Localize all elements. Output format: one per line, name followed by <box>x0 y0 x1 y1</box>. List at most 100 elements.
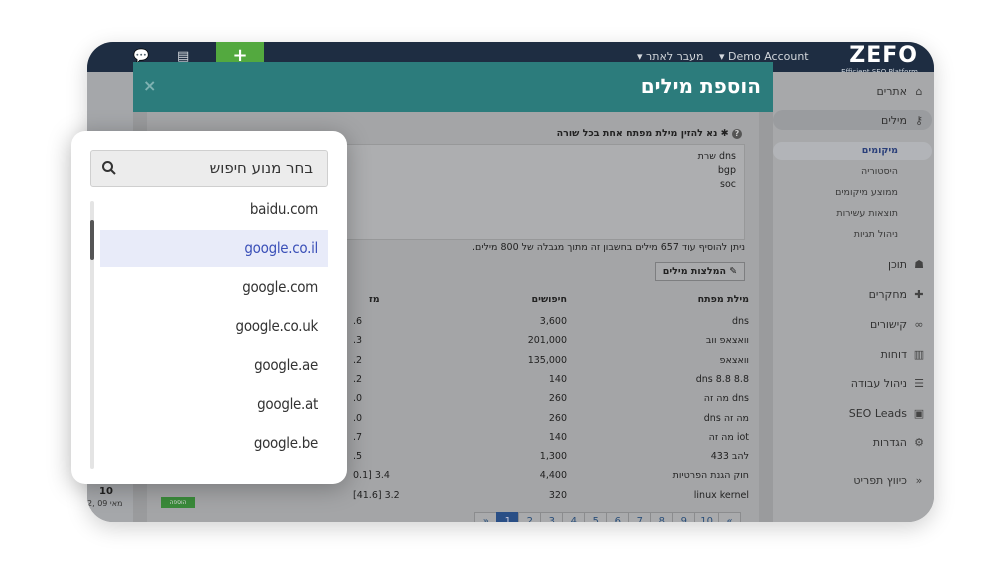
keyword-cell: linux kernel <box>693 489 749 501</box>
sidebar-sub-avg-positions[interactable]: ממוצע מיקומים <box>835 187 898 198</box>
remaining-words-note: ניתן להוסיף עוד 657 מילים בחשבון זה מתוך… <box>472 242 745 253</box>
textarea-line: soc <box>720 179 736 190</box>
keyword-cell: dns מה זה <box>703 393 749 405</box>
page-button[interactable]: 4 <box>562 512 586 522</box>
pagination: » 1 2 3 4 5 6 7 8 9 10 « <box>474 512 741 522</box>
search-engine-option[interactable]: google.co.il <box>100 230 328 267</box>
sidebar-item-work[interactable]: ☰ ניהול עבודה <box>851 377 926 390</box>
sidebar-item-label: כיווץ תפריט <box>853 474 907 487</box>
sidebar-sub-history[interactable]: היסטוריה <box>861 166 898 177</box>
sidebar-sub-rich-results[interactable]: תוצאות עשירות <box>836 208 898 219</box>
sidebar-item-label: מחקרים <box>868 288 907 301</box>
sidebar-item-seo-leads[interactable]: ▣ SEO Leads <box>849 407 926 420</box>
page-button[interactable]: 2 <box>518 512 542 522</box>
page-button[interactable]: 3 <box>540 512 564 522</box>
keyword-cell: וואצאפ ווב <box>705 335 749 347</box>
column-header-trend[interactable]: מז <box>369 294 380 305</box>
sidebar-item-reports[interactable]: ▥ דוחות <box>881 348 926 361</box>
page-button[interactable]: 8 <box>650 512 674 522</box>
trend-cell: .0 <box>353 393 363 405</box>
searches-cell: 135,000 <box>527 354 567 366</box>
panel-number: 10 <box>99 486 113 497</box>
search-engine-option[interactable]: google.com <box>100 269 328 306</box>
searches-cell: 4,400 <box>539 470 567 482</box>
modal-header: הוספת מילים × <box>133 62 773 112</box>
page-button[interactable]: 6 <box>606 512 630 522</box>
page-button[interactable]: » <box>474 512 498 522</box>
double-chevron-icon: « <box>915 474 923 487</box>
search-engine-option[interactable]: google.be <box>100 425 328 462</box>
contact-card-icon: ▣ <box>913 407 925 420</box>
sidebar-collapse[interactable]: « כיווץ תפריט <box>853 474 926 487</box>
page-button[interactable]: 10 <box>694 512 719 522</box>
searches-cell: 3,600 <box>539 316 567 327</box>
word-suggestions-button[interactable]: ✎ המלצות מילים <box>655 262 745 281</box>
magic-wand-icon: ✎ <box>729 266 738 277</box>
sitemap-icon: ☗ <box>914 258 924 271</box>
add-button[interactable]: הוספה <box>161 497 195 508</box>
dropdown-scrollbar-thumb[interactable] <box>90 220 94 260</box>
page-button[interactable]: 5 <box>584 512 608 522</box>
search-engine-option[interactable]: google.at <box>100 386 328 423</box>
close-icon[interactable]: × <box>143 76 156 95</box>
help-icon[interactable]: ? <box>732 129 742 139</box>
trend-cell: 0.1] 3.4 <box>353 470 390 482</box>
sidebar-item-words[interactable]: ⚷ מילים <box>881 114 926 127</box>
sidebar-sub-tags[interactable]: ניהול תגיות <box>854 229 898 240</box>
column-header-keyword[interactable]: מילת מפתח <box>698 294 749 305</box>
trend-cell: .2 <box>353 354 363 366</box>
searches-cell: 1,300 <box>539 451 567 463</box>
keyword-cell: dns 8.8 8.8 <box>695 373 749 385</box>
trend-cell: .7 <box>353 431 363 443</box>
trend-cell: [41.6] 3.2 <box>353 489 400 501</box>
sidebar-sub-positions[interactable]: מיקומים <box>862 145 898 156</box>
searches-cell: 260 <box>548 393 567 405</box>
searches-cell: 140 <box>548 373 567 385</box>
search-engine-option[interactable]: google.co.uk <box>100 308 328 345</box>
searches-cell: 260 <box>548 412 567 424</box>
sidebar-item-research[interactable]: ✚ מחקרים <box>869 288 926 301</box>
word-suggestions-label: המלצות מילים <box>662 266 726 277</box>
trend-cell: .3 <box>353 335 363 347</box>
trend-cell: .0 <box>353 412 363 424</box>
list-icon: ☰ <box>914 377 924 390</box>
sidebar-item-links[interactable]: ∞ קישורים <box>870 318 926 331</box>
keyword-cell: וואצאפ <box>719 354 749 366</box>
trend-cell: .2 <box>353 373 363 385</box>
page-button[interactable]: 7 <box>628 512 652 522</box>
sidebar-item-label: אתרים <box>876 85 907 98</box>
search-engine-option[interactable]: google.ae <box>100 347 328 384</box>
search-engine-search-input[interactable]: בחר מנוע חיפוש <box>90 150 328 187</box>
column-header-searches[interactable]: חיפושים <box>532 294 567 305</box>
home-icon: ⌂ <box>915 85 923 98</box>
puzzle-icon: ✚ <box>914 288 924 301</box>
sidebar-item-settings[interactable]: ⚙ הגדרות <box>873 436 926 449</box>
textarea-line: bgp <box>717 165 736 176</box>
instruction-text: נא להזין מילת מפתח אחת בכל שורה <box>556 128 718 139</box>
sidebar-item-content[interactable]: ☗ תוכן <box>888 258 926 271</box>
gear-icon: ⚙ <box>914 436 924 449</box>
sidebar-item-sites[interactable]: ⌂ אתרים <box>876 85 926 98</box>
key-icon: ⚷ <box>914 114 924 127</box>
sidebar: ⌂ אתרים ⚷ מילים מיקומים היסטוריה ממוצע מיק… <box>769 72 934 522</box>
trend-cell: .5 <box>353 451 363 463</box>
sidebar-item-label: הגדרות <box>872 436 907 449</box>
searches-cell: 320 <box>548 489 567 501</box>
search-placeholder: בחר מנוע חיפוש <box>209 159 313 177</box>
modal-title: הוספת מילים <box>640 74 761 98</box>
page-button[interactable]: 9 <box>672 512 696 522</box>
trend-cell: .6 <box>353 316 363 327</box>
page-button[interactable]: « <box>718 512 741 522</box>
sidebar-item-label: קישורים <box>869 318 907 331</box>
searches-cell: 140 <box>548 431 567 443</box>
table-row[interactable]: linux kernel 320 [41.6] 3.2 <box>147 490 759 509</box>
sidebar-sub-active-pill <box>773 142 932 160</box>
textarea-line: שרת dns <box>697 151 736 162</box>
sidebar-item-label: ניהול עבודה <box>850 377 907 390</box>
keyword-cell: iot מה זה <box>708 431 749 443</box>
page-button[interactable]: 1 <box>496 512 520 522</box>
search-engine-option[interactable]: baidu.com <box>100 191 328 228</box>
keyword-cell: חוק הגנת הפרטיות <box>672 470 749 482</box>
keywords-textarea[interactable]: שרת dns bgp soc <box>345 144 745 240</box>
sidebar-item-label: מילים <box>881 114 907 127</box>
